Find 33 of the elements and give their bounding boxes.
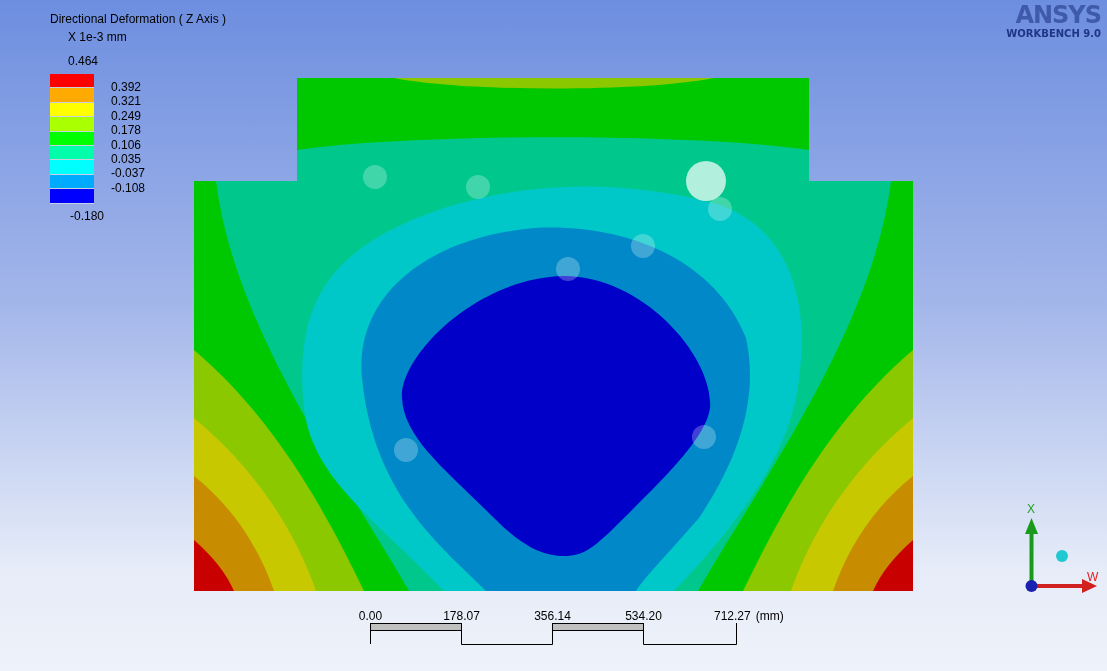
hole-marker xyxy=(556,257,580,281)
w-axis-label: W xyxy=(1087,570,1099,584)
logo-wordmark: ANSYS xyxy=(1015,2,1101,28)
origin-sphere-icon xyxy=(1025,580,1038,592)
x-axis-label: X xyxy=(1027,502,1035,516)
hole-marker xyxy=(466,175,490,199)
scale-value: 178.07 xyxy=(442,609,481,623)
legend-value: 0.392 xyxy=(111,80,143,95)
right-axis-arrow xyxy=(1035,579,1097,593)
scale-value: 712.27 xyxy=(714,609,751,623)
legend-value: -0.108 xyxy=(111,180,146,196)
hole-marker xyxy=(692,425,716,449)
legend-max-value: 0.464 xyxy=(68,54,99,68)
scale-value: 534.20 xyxy=(624,609,663,623)
legend-value: 0.249 xyxy=(111,108,143,124)
contour-band xyxy=(194,540,234,591)
contour-band xyxy=(873,540,913,591)
legend-value: 0.106 xyxy=(111,137,143,152)
hole-marker xyxy=(394,438,418,462)
legend-value: 0.178 xyxy=(111,123,143,138)
legend-value: 0.035 xyxy=(111,151,143,167)
legend-unit: X 1e-3 mm xyxy=(68,30,127,44)
legend-min-value: -0.180 xyxy=(70,208,105,223)
hole-marker xyxy=(363,165,387,189)
scale-value: 0.00 xyxy=(357,609,384,623)
legend-value: -0.037 xyxy=(111,166,146,181)
legend-value: 0.321 xyxy=(111,94,143,109)
scale-unit: (mm) xyxy=(755,609,784,623)
logo-product: WORKBENCH 9.0 xyxy=(1006,28,1101,40)
hole-marker xyxy=(631,234,655,258)
sphere-icon xyxy=(1056,550,1068,562)
legend-title: Directional Deformation ( Z Axis ) xyxy=(50,12,227,26)
scale-value: 356.14 xyxy=(533,609,572,623)
